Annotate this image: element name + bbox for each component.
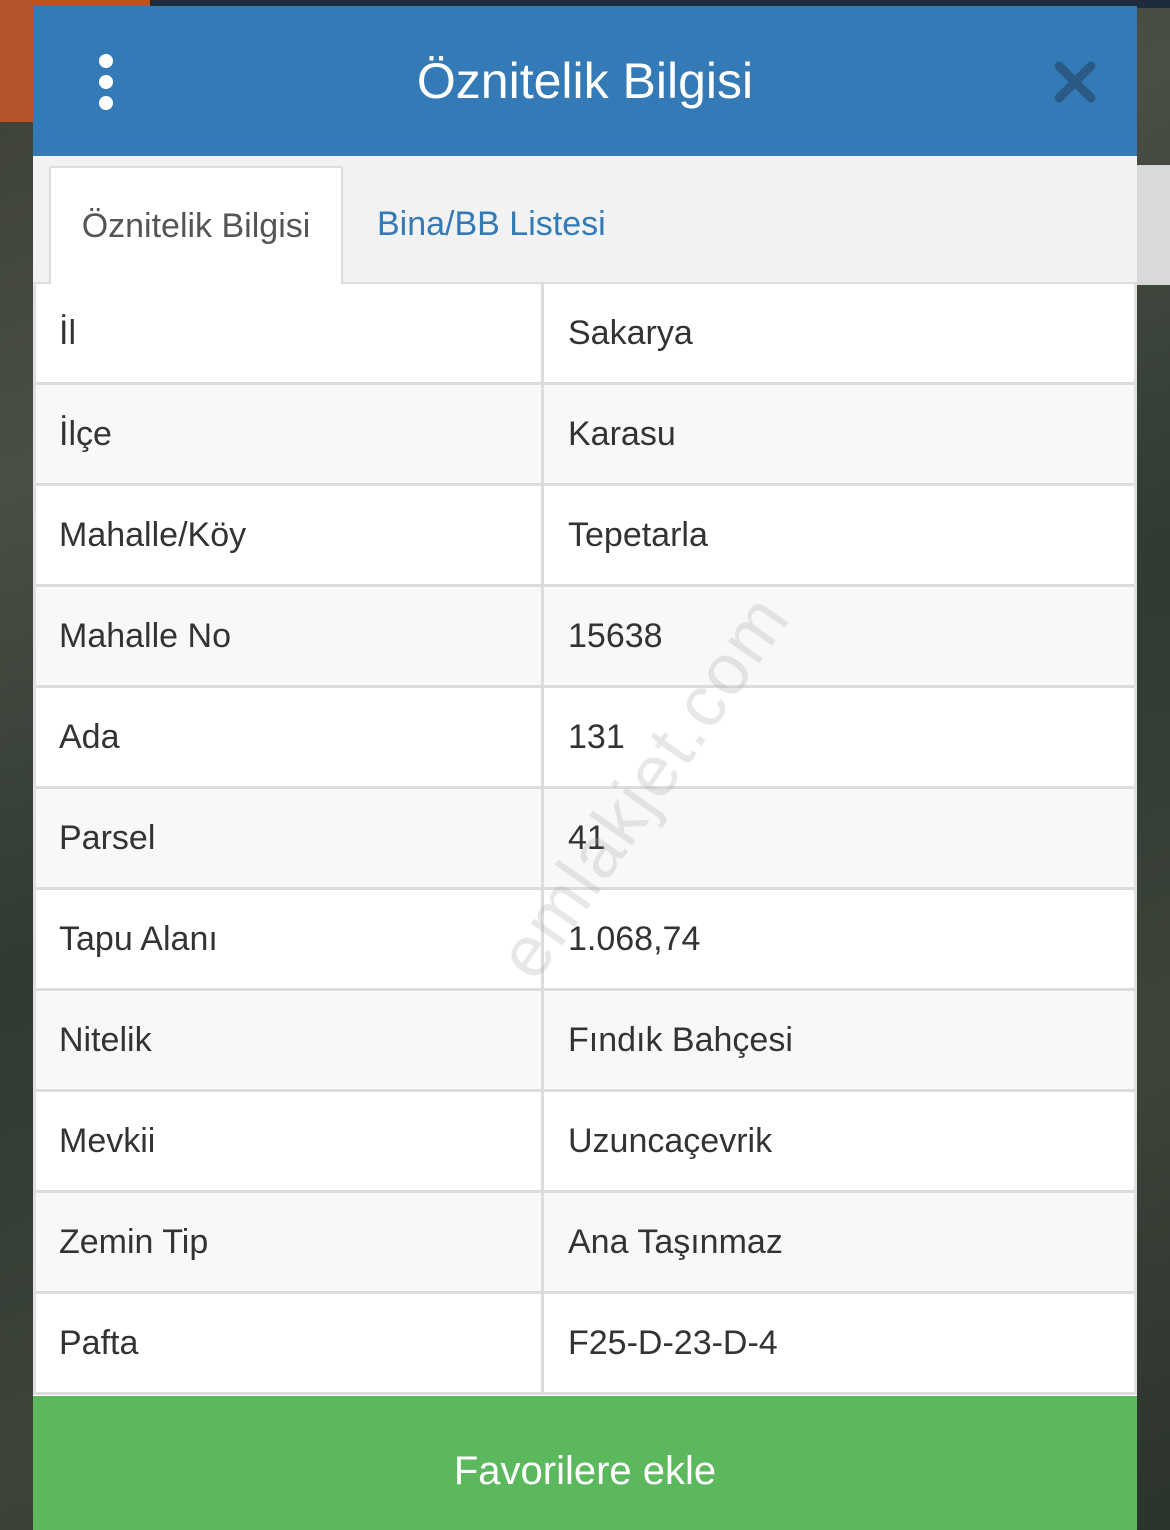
attribute-label: İl	[36, 284, 544, 382]
attribute-value: Karasu	[568, 414, 676, 453]
table-row: Ada 131	[36, 688, 1134, 789]
table-row: Mahalle/Köy Tepetarla	[36, 486, 1134, 587]
table-row: Parsel 41	[36, 789, 1134, 890]
attribute-value: Fındık Bahçesi	[568, 1020, 793, 1059]
attribute-value: 15638	[568, 616, 663, 655]
table-row: Mevkii Uzuncaçevrik	[36, 1092, 1134, 1193]
attribute-label: Zemin Tip	[36, 1193, 544, 1291]
attribute-value: Tepetarla	[568, 515, 708, 554]
attribute-label: Tapu Alanı	[36, 890, 544, 988]
attribute-value: 131	[568, 717, 625, 756]
attribute-label: Mahalle No	[36, 587, 544, 685]
attribute-label: Nitelik	[36, 991, 544, 1089]
dialog-header: Öznitelik Bilgisi	[33, 6, 1137, 156]
attribute-value: Ana Taşınmaz	[568, 1222, 783, 1261]
attribute-value: Uzuncaçevrik	[568, 1121, 773, 1160]
table-row: Pafta F25-D-23-D-4	[36, 1294, 1134, 1395]
add-to-favorites-button[interactable]: Favorilere ekle	[33, 1396, 1137, 1530]
table-row: İlçe Karasu	[36, 385, 1134, 486]
table-row: Mahalle No 15638	[36, 587, 1134, 688]
table-row: Nitelik Fındık Bahçesi	[36, 991, 1134, 1092]
attribute-label: Mahalle/Köy	[36, 486, 544, 584]
vertical-ellipsis-icon[interactable]	[91, 54, 121, 110]
attribute-label: Parsel	[36, 789, 544, 887]
attribute-table: İl Sakarya İlçe Karasu Mahalle/Köy Tepetarla M…	[33, 284, 1137, 1395]
table-row: Zemin Tip Ana Taşınmaz	[36, 1193, 1134, 1294]
attribute-value: F25-D-23-D-4	[568, 1323, 778, 1362]
attribute-label: Pafta	[36, 1294, 544, 1392]
attribute-value: 1.068,74	[568, 919, 701, 958]
attribute-value: Sakarya	[568, 313, 693, 352]
close-icon[interactable]	[1053, 60, 1097, 104]
attribute-info-dialog: Öznitelik Bilgisi Öznitelik Bilgisi Bina…	[33, 6, 1137, 1530]
map-background-panel-edge	[1137, 165, 1170, 285]
table-row: İl Sakarya	[36, 284, 1134, 385]
tab-attribute-info[interactable]: Öznitelik Bilgisi	[49, 166, 343, 284]
attribute-value: 41	[568, 818, 606, 857]
tab-bar: Öznitelik Bilgisi Bina/BB Listesi	[33, 156, 1137, 284]
dialog-title: Öznitelik Bilgisi	[416, 53, 754, 109]
attribute-label: Ada	[36, 688, 544, 786]
tab-building-list[interactable]: Bina/BB Listesi	[377, 166, 677, 282]
attribute-label: İlçe	[36, 385, 544, 483]
attribute-label: Mevkii	[36, 1092, 544, 1190]
table-row: Tapu Alanı 1.068,74	[36, 890, 1134, 991]
